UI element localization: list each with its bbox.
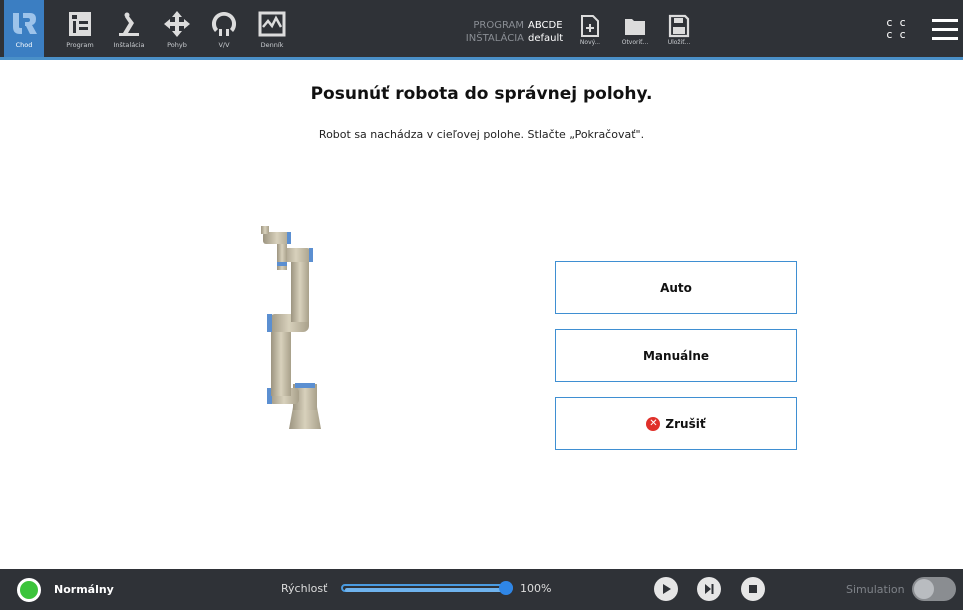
manual-button[interactable]: Manuálne bbox=[555, 329, 797, 382]
auto-button-label: Auto bbox=[660, 280, 692, 295]
program-icon bbox=[69, 12, 91, 36]
simulation-label: Simulation bbox=[846, 583, 905, 596]
bottom-bar: Normálny Rýchlosť 100% Simulation bbox=[0, 569, 963, 610]
io-icon bbox=[211, 11, 237, 36]
cancel-button[interactable]: ✕ Zrušiť bbox=[555, 397, 797, 450]
speed-value: 100% bbox=[520, 582, 552, 595]
new-file-label: Nový... bbox=[579, 39, 601, 46]
nav-label: Program bbox=[66, 41, 94, 49]
stop-button[interactable] bbox=[741, 577, 765, 601]
hamburger-menu-icon[interactable] bbox=[932, 19, 958, 41]
nav-installation[interactable]: Inštalácia bbox=[105, 0, 153, 57]
simulation-toggle[interactable] bbox=[912, 577, 956, 601]
auto-button[interactable]: Auto bbox=[555, 261, 797, 314]
open-label: Otvoriť... bbox=[621, 39, 649, 46]
robot-status-indicator[interactable] bbox=[17, 578, 41, 602]
save-label: Uložiť... bbox=[667, 39, 691, 46]
step-icon bbox=[705, 584, 714, 594]
top-bar: Chod Program Inštalácia Pohyb V/V Denník… bbox=[0, 0, 963, 60]
new-file-button[interactable]: Nový... bbox=[570, 0, 610, 57]
play-button[interactable] bbox=[654, 577, 678, 601]
program-info: PROGRAM ABCDE INŠTALÁCIA default bbox=[458, 19, 563, 45]
installation-icon bbox=[119, 12, 139, 36]
save-button[interactable]: Uložiť... bbox=[659, 0, 699, 57]
save-icon bbox=[668, 14, 690, 38]
step-button[interactable] bbox=[697, 577, 721, 601]
instruction-text: Robot sa nachádza v cieľovej polohe. Stl… bbox=[318, 128, 645, 141]
cancel-button-label: Zrušiť bbox=[665, 416, 706, 431]
manual-button-label: Manuálne bbox=[642, 348, 710, 363]
open-button[interactable]: Otvoriť... bbox=[615, 0, 655, 57]
play-icon bbox=[663, 584, 671, 594]
speed-slider-fill bbox=[345, 588, 509, 592]
log-icon bbox=[258, 11, 286, 37]
cc-indicator: c c c c bbox=[886, 17, 906, 41]
move-icon bbox=[164, 11, 190, 37]
program-key: PROGRAM bbox=[473, 20, 524, 31]
installation-name: default bbox=[528, 33, 564, 44]
nav-label: V/V bbox=[218, 41, 230, 49]
speed-slider-handle[interactable] bbox=[499, 581, 513, 595]
nav-program[interactable]: Program bbox=[56, 0, 104, 57]
program-name: ABCDE bbox=[528, 20, 563, 31]
page-title: Posunúť robota do správnej polohy. bbox=[310, 84, 653, 104]
nav-label: Denník bbox=[260, 41, 284, 49]
robot-status-text: Normálny bbox=[54, 583, 114, 596]
folder-icon bbox=[625, 19, 645, 35]
speed-slider[interactable] bbox=[341, 584, 513, 592]
robot-arm-image bbox=[261, 226, 321, 429]
stop-icon bbox=[749, 585, 757, 593]
nav-io[interactable]: V/V bbox=[200, 0, 248, 57]
installation-key: INŠTALÁCIA bbox=[465, 33, 524, 44]
nav-label: Inštalácia bbox=[113, 41, 145, 49]
nav-move[interactable]: Pohyb bbox=[153, 0, 201, 57]
nav-run[interactable]: Chod bbox=[4, 0, 44, 57]
cc-line: c c bbox=[886, 28, 906, 41]
cancel-icon: ✕ bbox=[646, 416, 661, 431]
new-file-icon bbox=[581, 15, 599, 37]
nav-label: Chod bbox=[15, 41, 33, 49]
speed-label: Rýchlosť bbox=[281, 582, 328, 595]
simulation-toggle-knob bbox=[914, 579, 934, 599]
ur-logo-icon bbox=[13, 13, 37, 34]
nav-label: Pohyb bbox=[167, 41, 187, 49]
nav-log[interactable]: Denník bbox=[248, 0, 296, 57]
